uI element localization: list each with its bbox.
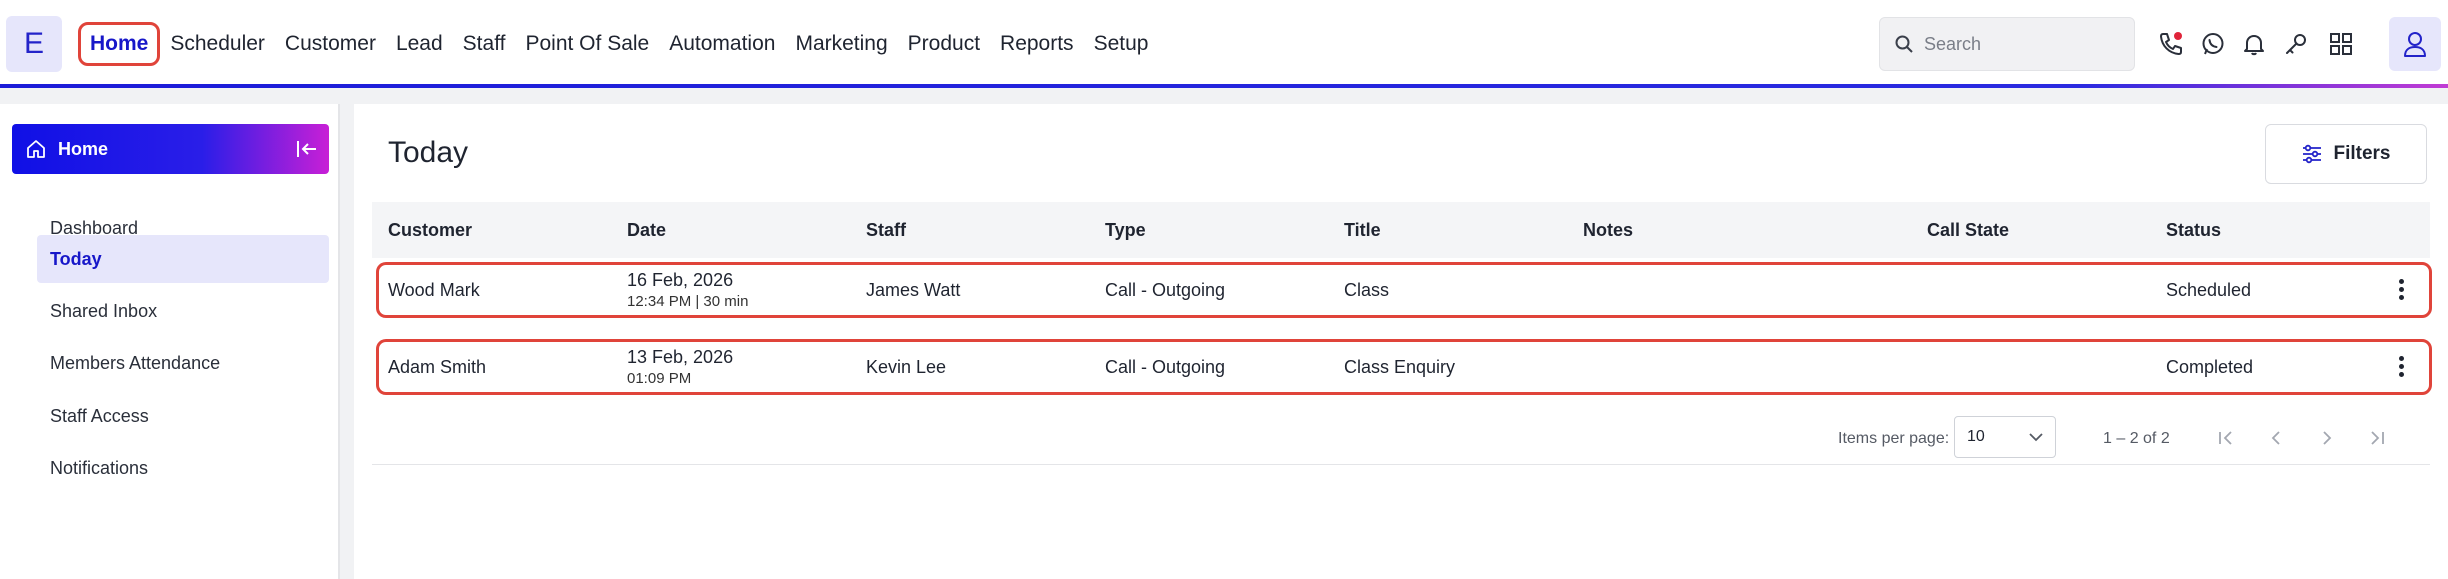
column-header[interactable]: Customer (388, 202, 472, 258)
nav-setup[interactable]: Setup (1084, 22, 1159, 66)
nav-point-of-sale[interactable]: Point Of Sale (515, 22, 659, 66)
sidebar-item-members-attendance[interactable]: Members Attendance (37, 339, 329, 387)
sidebar-item-staff-access[interactable]: Staff Access (37, 392, 329, 440)
time-value: 01:09 PM (627, 370, 692, 387)
date-cell: 16 Feb, 2026 12:34 PM | 30 min (627, 265, 748, 315)
last-page-icon[interactable] (2365, 426, 2389, 450)
user-icon (2404, 32, 2426, 57)
main-content: Today Filters Customer Date Staff Type T… (354, 104, 2448, 579)
next-page-icon[interactable] (2315, 426, 2339, 450)
title-cell: Class (1344, 279, 1390, 300)
nav-customer[interactable]: Customer (275, 22, 386, 66)
sidebar-item-today[interactable]: Today (37, 235, 329, 283)
chevron-down-icon (2029, 433, 2043, 442)
paginator: Items per page: 10 1 – 2 of 2 (354, 410, 2448, 470)
column-header[interactable]: Date (627, 202, 666, 258)
type-cell: Call - Outgoing (1105, 356, 1226, 377)
search-input[interactable] (1924, 33, 2124, 55)
customer-cell[interactable]: Wood Mark (388, 265, 480, 315)
status-cell: Scheduled (2166, 279, 2252, 300)
column-header[interactable]: Notes (1583, 202, 1633, 258)
table-row[interactable]: Adam Smith 13 Feb, 2026 01:09 PM Kevin L… (376, 339, 2432, 395)
user-menu-button[interactable] (2389, 17, 2441, 71)
filters-label: Filters (2333, 143, 2391, 164)
sidebar-header-label: Home (58, 138, 109, 159)
row-more-icon[interactable] (2397, 354, 2405, 380)
nav-scheduler[interactable]: Scheduler (160, 22, 275, 66)
nav-lead[interactable]: Lead (386, 22, 453, 66)
nav-reports[interactable]: Reports (990, 22, 1084, 66)
column-header[interactable]: Title (1344, 202, 1381, 258)
date-value: 13 Feb, 2026 (627, 347, 734, 367)
type-cell: Call - Outgoing (1105, 279, 1226, 300)
sidebar-item-shared-inbox[interactable]: Shared Inbox (37, 287, 329, 335)
nav-automation[interactable]: Automation (659, 22, 785, 66)
table-header: Customer Date Staff Type Title Notes Cal… (372, 202, 2430, 258)
page-title: Today (388, 136, 469, 169)
staff-cell: James Watt (866, 279, 961, 300)
sidebar-item-notifications[interactable]: Notifications (37, 444, 329, 492)
column-header[interactable]: Call State (1927, 202, 2009, 258)
column-header[interactable]: Staff (866, 202, 906, 258)
table-bottom-divider (372, 464, 2430, 465)
time-value: 12:34 PM | 30 min (627, 293, 749, 310)
page-size-select[interactable]: 10 (1954, 416, 2056, 458)
sidebar: Home Dashboard Today Shared Inbox Member… (0, 104, 340, 579)
title-cell: Class Enquiry (1344, 356, 1456, 377)
row-more-icon[interactable] (2397, 277, 2405, 303)
nav-product[interactable]: Product (898, 22, 990, 66)
date-cell: 13 Feb, 2026 01:09 PM (627, 342, 733, 392)
whatsapp-icon[interactable] (2197, 28, 2229, 60)
page-size-value: 10 (1967, 428, 1985, 445)
home-icon (27, 140, 45, 158)
column-header[interactable]: Type (1105, 202, 1146, 258)
filters-button[interactable]: Filters (2265, 124, 2427, 184)
bell-icon[interactable] (2238, 28, 2270, 60)
date-value: 16 Feb, 2026 (627, 270, 734, 290)
first-page-icon[interactable] (2214, 426, 2238, 450)
filters-icon (2303, 144, 2322, 164)
staff-cell: Kevin Lee (866, 356, 947, 377)
customer-cell[interactable]: Adam Smith (388, 342, 486, 392)
column-header[interactable]: Status (2166, 202, 2221, 258)
main-nav: Home Scheduler Customer Lead Staff Point… (78, 22, 1158, 66)
items-per-page-label: Items per page: (1838, 430, 1950, 447)
search-box[interactable] (1879, 17, 2135, 71)
page-range: 1 – 2 of 2 (2103, 430, 2170, 447)
table-row[interactable]: Wood Mark 16 Feb, 2026 12:34 PM | 30 min… (376, 262, 2432, 318)
sidebar-header[interactable]: Home (12, 124, 329, 174)
phone-icon[interactable] (2155, 28, 2187, 60)
app-logo[interactable]: E (6, 16, 62, 72)
status-cell: Completed (2166, 356, 2254, 377)
apps-grid-icon[interactable] (2325, 28, 2357, 60)
previous-page-icon[interactable] (2264, 426, 2288, 450)
top-navbar: E Home Scheduler Customer Lead Staff Poi… (0, 0, 2448, 88)
nav-marketing[interactable]: Marketing (785, 22, 897, 66)
nav-staff[interactable]: Staff (453, 22, 516, 66)
key-icon[interactable] (2280, 28, 2312, 60)
search-icon (1895, 35, 1913, 53)
collapse-sidebar-icon[interactable] (295, 137, 319, 161)
nav-home[interactable]: Home (78, 22, 161, 66)
